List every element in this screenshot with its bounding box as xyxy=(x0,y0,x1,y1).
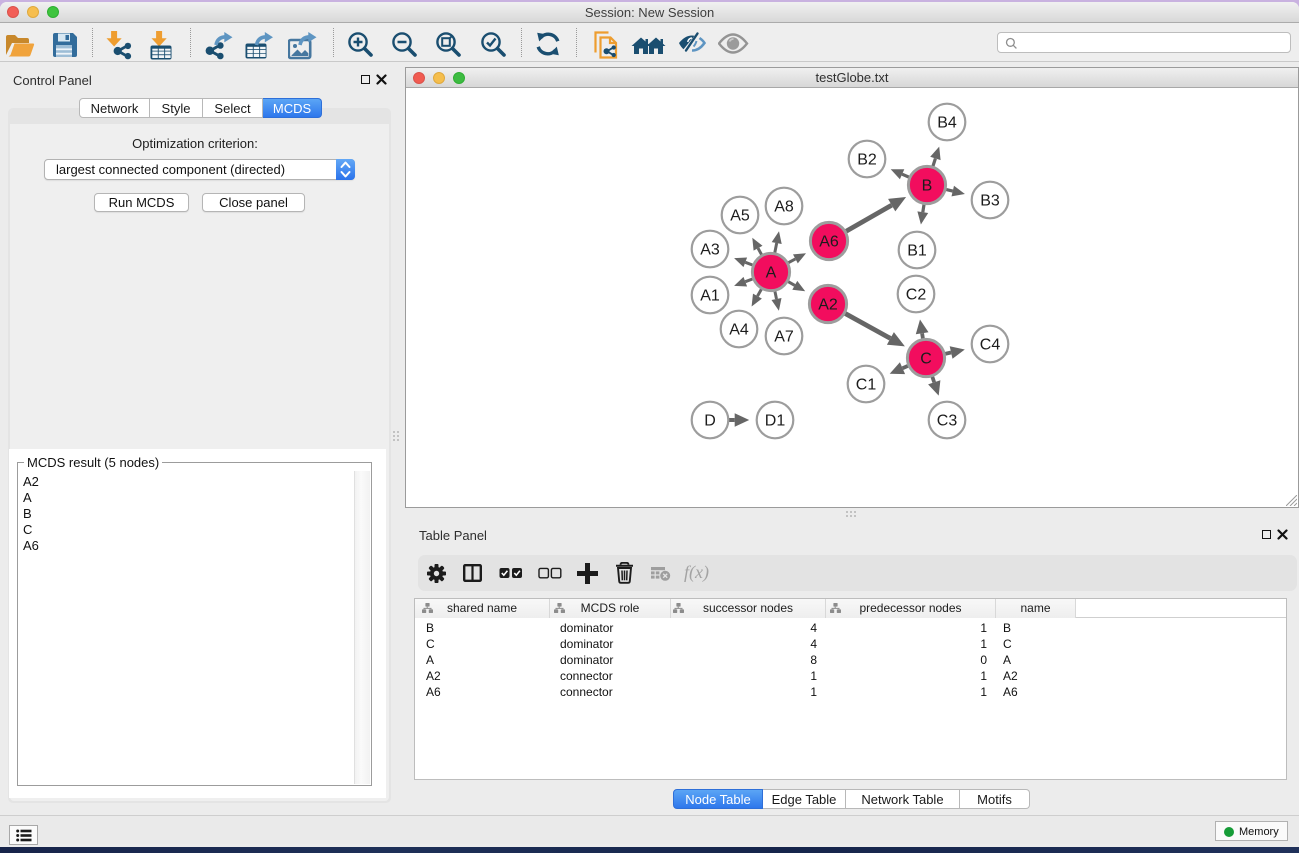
svg-text:C2: C2 xyxy=(906,287,927,304)
svg-text:A8: A8 xyxy=(774,199,794,216)
svg-text:A5: A5 xyxy=(730,208,750,225)
svg-text:B4: B4 xyxy=(937,115,957,132)
svg-text:B2: B2 xyxy=(857,152,877,169)
svg-text:A3: A3 xyxy=(700,242,720,259)
svg-text:D: D xyxy=(704,413,716,430)
svg-text:A7: A7 xyxy=(774,329,794,346)
svg-text:A6: A6 xyxy=(819,234,839,251)
svg-text:C3: C3 xyxy=(937,413,958,430)
svg-text:C4: C4 xyxy=(980,337,1001,354)
svg-text:A4: A4 xyxy=(729,322,749,339)
svg-text:B: B xyxy=(922,178,933,195)
svg-text:C: C xyxy=(920,351,932,368)
svg-text:A2: A2 xyxy=(818,297,838,314)
svg-text:B1: B1 xyxy=(907,243,927,260)
svg-text:A: A xyxy=(766,265,777,282)
svg-text:B3: B3 xyxy=(980,193,1000,210)
svg-text:C1: C1 xyxy=(856,377,877,394)
svg-text:A1: A1 xyxy=(700,288,720,305)
svg-text:D1: D1 xyxy=(765,413,786,430)
